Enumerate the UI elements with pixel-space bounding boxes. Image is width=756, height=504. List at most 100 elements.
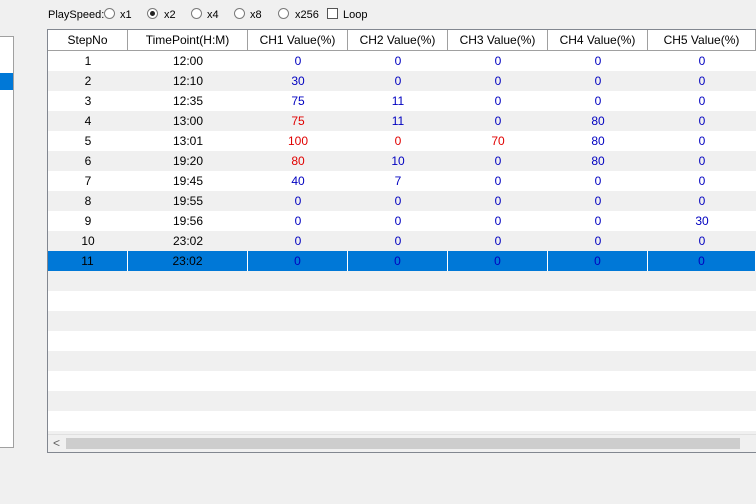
left-list-selected-item[interactable] xyxy=(0,73,13,90)
table-cell[interactable]: 75 xyxy=(248,111,348,131)
table-cell[interactable]: 30 xyxy=(648,211,756,231)
table-cell[interactable]: 0 xyxy=(448,191,548,211)
table-cell[interactable]: 11 xyxy=(348,91,448,111)
speed-x8-label[interactable]: x8 xyxy=(250,9,262,21)
speed-x2-label[interactable]: x2 xyxy=(164,9,176,21)
table-row[interactable]: 2 12:10 30 0 0 0 0 xyxy=(48,71,756,91)
table-cell[interactable]: 0 xyxy=(648,71,756,91)
table-cell[interactable]: 19:45 xyxy=(128,171,248,191)
table-cell[interactable]: 10 xyxy=(348,151,448,171)
table-cell[interactable]: 19:20 xyxy=(128,151,248,171)
table-cell[interactable]: 0 xyxy=(548,251,648,271)
table-cell[interactable]: 0 xyxy=(548,171,648,191)
table-cell[interactable]: 0 xyxy=(348,51,448,71)
loop-checkbox[interactable] xyxy=(327,8,338,19)
table-cell[interactable]: 0 xyxy=(348,211,448,231)
speed-x4-radio[interactable] xyxy=(191,8,202,19)
table-cell[interactable]: 0 xyxy=(348,191,448,211)
speed-x2-radio[interactable] xyxy=(147,8,158,19)
table-cell[interactable]: 3 xyxy=(48,91,128,111)
table-cell[interactable]: 0 xyxy=(248,51,348,71)
table-cell[interactable]: 0 xyxy=(448,71,548,91)
table-cell[interactable]: 30 xyxy=(248,71,348,91)
table-row[interactable]: 7 19:45 40 7 0 0 0 xyxy=(48,171,756,191)
table-cell[interactable]: 2 xyxy=(48,71,128,91)
table-cell[interactable]: 13:01 xyxy=(128,131,248,151)
column-header[interactable]: TimePoint(H:M) xyxy=(128,30,248,51)
table-cell[interactable]: 0 xyxy=(248,231,348,251)
table-cell[interactable]: 6 xyxy=(48,151,128,171)
table-cell[interactable]: 19:55 xyxy=(128,191,248,211)
speed-x256-radio[interactable] xyxy=(278,8,289,19)
table-cell[interactable]: 80 xyxy=(548,151,648,171)
table-cell[interactable]: 0 xyxy=(448,211,548,231)
table-cell[interactable]: 0 xyxy=(348,251,448,271)
table-cell[interactable]: 12:35 xyxy=(128,91,248,111)
table-cell[interactable]: 0 xyxy=(648,171,756,191)
table-cell[interactable]: 80 xyxy=(548,131,648,151)
table-cell[interactable]: 0 xyxy=(348,131,448,151)
table-row[interactable]: 8 19:55 0 0 0 0 0 xyxy=(48,191,756,211)
table-cell[interactable]: 12:00 xyxy=(128,51,248,71)
table-row[interactable]: 1 12:00 0 0 0 0 0 xyxy=(48,51,756,71)
column-header[interactable]: CH2 Value(%) xyxy=(348,30,448,51)
table-row[interactable]: 3 12:35 75 11 0 0 0 xyxy=(48,91,756,111)
column-header[interactable]: CH4 Value(%) xyxy=(548,30,648,51)
left-list-panel[interactable] xyxy=(0,36,14,448)
table-cell[interactable]: 10 xyxy=(48,231,128,251)
table-row[interactable]: 6 19:20 80 10 0 80 0 xyxy=(48,151,756,171)
table-row-selected[interactable]: 11 23:02 0 0 0 0 0 xyxy=(48,251,756,271)
table-cell[interactable]: 5 xyxy=(48,131,128,151)
speed-x256-label[interactable]: x256 xyxy=(295,9,319,21)
table-cell[interactable]: 0 xyxy=(548,191,648,211)
table-cell[interactable]: 75 xyxy=(248,91,348,111)
table-cell[interactable]: 0 xyxy=(448,251,548,271)
table-cell[interactable]: 7 xyxy=(48,171,128,191)
table-cell[interactable]: 80 xyxy=(548,111,648,131)
horizontal-scrollbar[interactable]: < xyxy=(48,434,756,452)
table-cell[interactable]: 0 xyxy=(548,51,648,71)
table-cell[interactable]: 0 xyxy=(648,111,756,131)
table-cell[interactable]: 0 xyxy=(648,191,756,211)
table-cell[interactable]: 0 xyxy=(648,251,756,271)
table-cell[interactable]: 7 xyxy=(348,171,448,191)
table-cell[interactable]: 19:56 xyxy=(128,211,248,231)
table-cell[interactable]: 0 xyxy=(448,111,548,131)
table-cell[interactable]: 0 xyxy=(348,231,448,251)
table-cell[interactable]: 0 xyxy=(448,51,548,71)
table-cell[interactable]: 4 xyxy=(48,111,128,131)
table-cell[interactable]: 0 xyxy=(548,91,648,111)
speed-x1-radio[interactable] xyxy=(104,8,115,19)
speed-x1-label[interactable]: x1 xyxy=(120,9,132,21)
table-cell[interactable]: 0 xyxy=(348,71,448,91)
table-cell[interactable]: 0 xyxy=(648,131,756,151)
table-row[interactable]: 4 13:00 75 11 0 80 0 xyxy=(48,111,756,131)
column-header[interactable]: CH3 Value(%) xyxy=(448,30,548,51)
table-cell[interactable]: 0 xyxy=(548,231,648,251)
table-cell[interactable]: 8 xyxy=(48,191,128,211)
column-header[interactable]: CH5 Value(%) xyxy=(648,30,756,51)
table-cell[interactable]: 12:10 xyxy=(128,71,248,91)
table-cell[interactable]: 0 xyxy=(648,51,756,71)
speed-x4-label[interactable]: x4 xyxy=(207,9,219,21)
table-cell[interactable]: 80 xyxy=(248,151,348,171)
table-cell[interactable]: 23:02 xyxy=(128,231,248,251)
table-cell[interactable]: 0 xyxy=(248,191,348,211)
table-cell[interactable]: 9 xyxy=(48,211,128,231)
table-cell[interactable]: 0 xyxy=(648,91,756,111)
table-cell[interactable]: 23:02 xyxy=(128,251,248,271)
table-cell[interactable]: 0 xyxy=(448,231,548,251)
table-cell[interactable]: 0 xyxy=(548,71,648,91)
loop-label[interactable]: Loop xyxy=(343,9,367,21)
table-cell[interactable]: 40 xyxy=(248,171,348,191)
table-cell[interactable]: 0 xyxy=(448,151,548,171)
table-cell[interactable]: 13:00 xyxy=(128,111,248,131)
table-row[interactable]: 9 19:56 0 0 0 0 30 xyxy=(48,211,756,231)
table-cell[interactable]: 1 xyxy=(48,51,128,71)
scroll-left-icon[interactable]: < xyxy=(48,435,65,452)
column-header[interactable]: CH1 Value(%) xyxy=(248,30,348,51)
table-row[interactable]: 10 23:02 0 0 0 0 0 xyxy=(48,231,756,251)
table-cell[interactable]: 0 xyxy=(648,151,756,171)
column-header[interactable]: StepNo xyxy=(48,30,128,51)
speed-x8-radio[interactable] xyxy=(234,8,245,19)
